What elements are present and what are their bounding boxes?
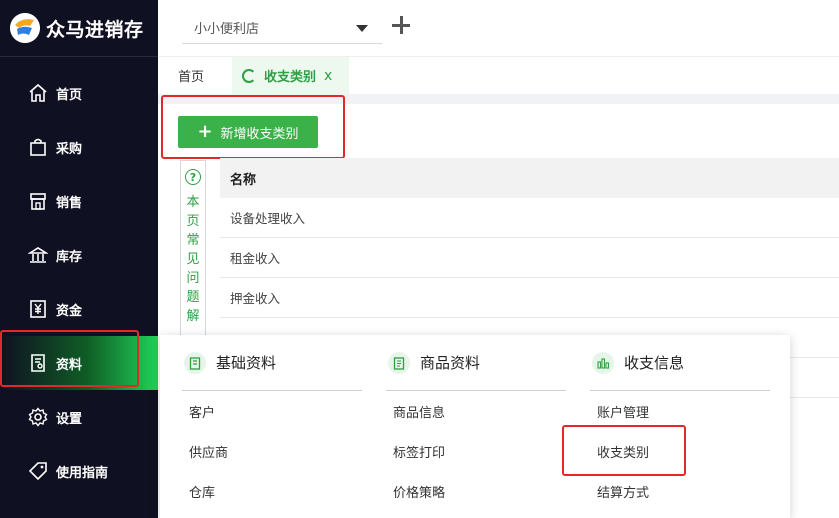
menu-column-finance: 收支信息 账户管理 收支类别 结算方式 [590,335,770,511]
topbar: 小小便利店 [158,0,839,56]
faq-text: 题 [186,290,200,305]
menu-column-product: 商品资料 商品信息 标签打印 价格策略 [386,335,566,511]
menu-column-header: 基础资料 [182,335,362,391]
question-icon: ? [185,169,201,185]
menu-column-basic: 基础资料 客户 供应商 仓库 [182,335,362,511]
clipboard-icon [184,351,206,374]
sidebar-item-label: 设置 [56,411,83,427]
add-store-button[interactable] [390,14,412,36]
menu-column-title: 收支信息 [624,354,685,372]
menu-column-header: 收支信息 [590,335,770,391]
faq-text: 问 [186,271,200,286]
menu-column-header: 商品资料 [386,335,566,391]
faq-text: 页 [186,214,200,229]
yen-icon [28,299,48,319]
home-icon [28,83,48,103]
sidebar: 众马进销存 首页 采购 销售 库存 资金 资料 设置 使用指南 [0,0,158,518]
sidebar-item-label: 首页 [56,87,83,103]
faq-text: 见 [186,252,200,267]
store-select[interactable]: 小小便利店 [182,12,382,44]
menu-item-price-strategy[interactable]: 价格策略 [386,471,566,511]
column-header-name: 名称 [230,172,257,188]
sidebar-item-home[interactable]: 首页 [0,66,158,120]
faq-text: 常 [186,233,200,248]
sidebar-item-funds[interactable]: 资金 [0,282,158,336]
highlight-box [161,95,345,159]
menu-item-supplier[interactable]: 供应商 [182,431,362,471]
list-icon [388,351,410,374]
tab-bar: 首页 收支类别 x [158,56,839,94]
menu-column-title: 商品资料 [420,354,481,372]
sidebar-item-label: 采购 [56,141,83,157]
table-cell: 租金收入 [230,251,281,266]
store-select-value: 小小便利店 [194,22,260,37]
tag-icon [28,461,48,481]
logo-icon [10,13,40,43]
highlight-box [0,330,139,387]
tab-home[interactable]: 首页 [178,57,204,94]
sidebar-item-label: 使用指南 [56,465,109,481]
sidebar-item-label: 销售 [56,195,83,211]
app-name: 众马进销存 [46,18,144,41]
data-menu-panel: 基础资料 客户 供应商 仓库 商品资料 商品信息 标签打印 价格策略 收支信息 … [160,335,790,518]
tab-label: 收支类别 [264,70,317,85]
table-row[interactable]: 设备处理收入 [220,198,839,238]
menu-item-label: 商品信息 [393,405,446,421]
table-header: 名称 [220,158,839,198]
faq-text: 本 [186,195,200,210]
highlight-box [562,425,686,476]
shopping-bag-icon [28,137,48,157]
menu-item-label: 标签打印 [393,445,446,461]
table-row[interactable]: 押金收入 [220,278,839,318]
tab-label: 首页 [178,70,205,85]
divider [0,56,158,57]
menu-item-label: 结算方式 [597,485,650,501]
menu-item-label: 仓库 [189,485,216,501]
refresh-icon[interactable] [242,68,256,83]
close-icon[interactable]: x [324,68,332,84]
menu-column-title: 基础资料 [216,354,277,372]
sidebar-item-sales[interactable]: 销售 [0,174,158,228]
sidebar-item-label: 资金 [56,303,83,319]
sidebar-item-settings[interactable]: 设置 [0,390,158,444]
table-cell: 押金收入 [230,291,281,306]
menu-item-label: 客户 [189,405,216,421]
faq-text: 解 [186,309,200,324]
sidebar-item-inventory[interactable]: 库存 [0,228,158,282]
sidebar-item-purchase[interactable]: 采购 [0,120,158,174]
menu-item-label: 账户管理 [597,405,650,421]
menu-item-label-print[interactable]: 标签打印 [386,431,566,471]
warehouse-icon [28,245,48,265]
gear-icon [28,407,48,427]
table-row[interactable]: 租金收入 [220,238,839,278]
app-logo[interactable]: 众马进销存 [0,0,158,56]
menu-item-warehouse[interactable]: 仓库 [182,471,362,511]
bar-chart-icon [592,351,614,374]
caret-down-icon [356,25,368,32]
menu-item-product-info[interactable]: 商品信息 [386,391,566,431]
menu-item-customer[interactable]: 客户 [182,391,362,431]
sidebar-item-guide[interactable]: 使用指南 [0,444,158,498]
tab-income-expense-category[interactable]: 收支类别 x [232,57,349,94]
sidebar-item-label: 库存 [56,249,83,265]
table-cell: 设备处理收入 [230,211,306,226]
menu-item-settlement-method[interactable]: 结算方式 [590,471,770,511]
store-icon [28,191,48,211]
faq-panel[interactable]: ? 本 页 常 见 问 题 解 [180,160,206,360]
menu-item-label: 供应商 [189,445,229,461]
menu-item-label: 价格策略 [393,485,446,501]
